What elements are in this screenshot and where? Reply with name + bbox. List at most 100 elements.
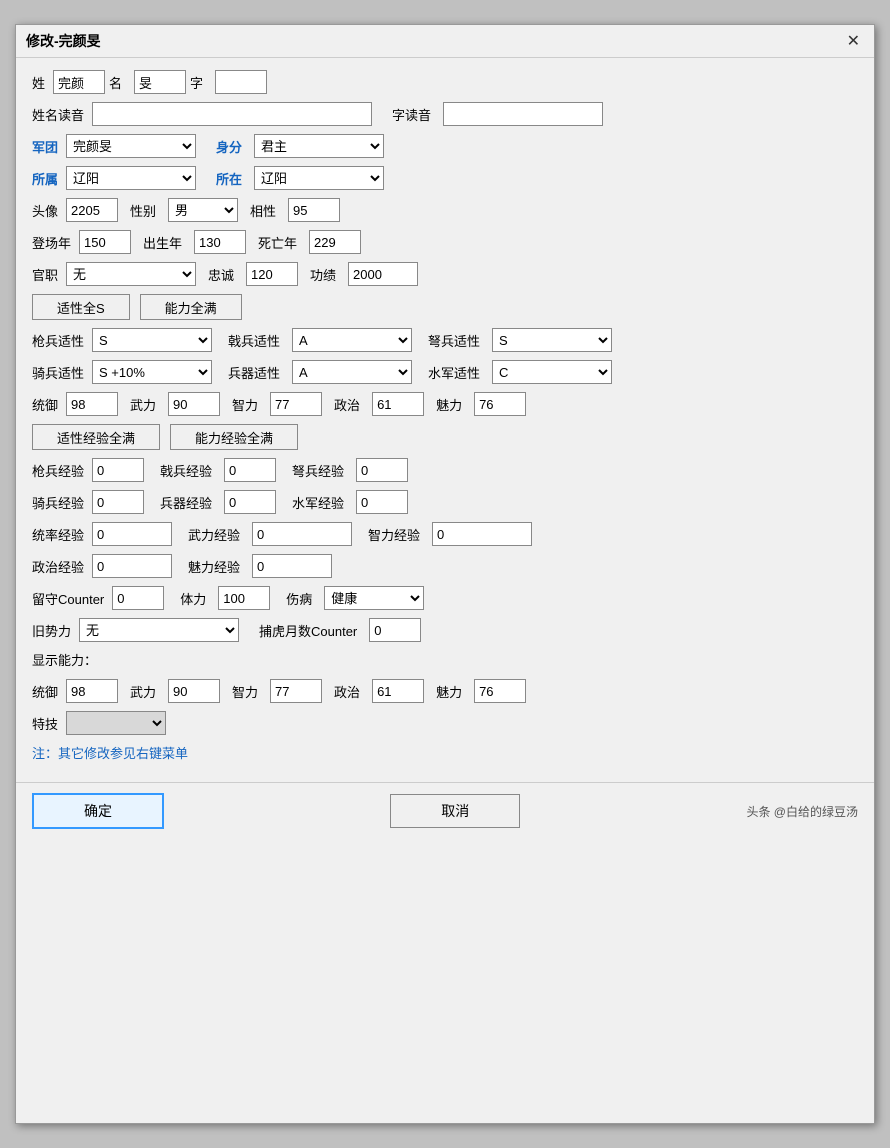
- input-garrison-counter[interactable]: [112, 586, 164, 610]
- select-crossbow-apt[interactable]: SABCDE: [492, 328, 612, 352]
- row-exp-buttons: 适性经验全满 能力经验全满: [32, 424, 858, 450]
- label-identity: 身分: [216, 137, 242, 156]
- label-spear-exp: 枪兵经验: [32, 461, 84, 480]
- input-hunt-counter[interactable]: [369, 618, 421, 642]
- label-affiliation: 所属: [32, 169, 58, 188]
- select-spear-apt[interactable]: SABCDE: [92, 328, 212, 352]
- input-display-politics[interactable]: [372, 679, 424, 703]
- label-cavalry-exp: 骑兵经验: [32, 493, 84, 512]
- label-weapon-apt: 兵器适性: [228, 363, 280, 382]
- input-death-year[interactable]: [309, 230, 361, 254]
- label-weapon-exp: 兵器经验: [160, 493, 212, 512]
- select-cavalry-apt[interactable]: S +10%SABCDE: [92, 360, 212, 384]
- row-exp3: 统率经验 武力经验 智力经验: [32, 522, 858, 546]
- label-surname: 姓: [32, 73, 45, 92]
- label-crossbow-exp: 弩兵经验: [292, 461, 344, 480]
- row-legion: 军团 完颜旻 身分 君主: [32, 134, 858, 158]
- label-command-exp: 统率经验: [32, 525, 84, 544]
- select-office[interactable]: 无: [66, 262, 196, 286]
- input-charm-exp[interactable]: [252, 554, 332, 578]
- input-politics[interactable]: [372, 392, 424, 416]
- label-special-skill: 特技: [32, 714, 58, 733]
- cancel-button[interactable]: 取消: [390, 794, 520, 828]
- label-loyalty: 忠诚: [208, 265, 234, 284]
- label-pronunciation: 姓名读音: [32, 105, 84, 124]
- select-weapon-apt[interactable]: ASBCDE: [292, 360, 412, 384]
- input-stamina[interactable]: [218, 586, 270, 610]
- input-display-command[interactable]: [66, 679, 118, 703]
- input-crossbow-exp[interactable]: [356, 458, 408, 482]
- label-gender: 性别: [130, 201, 156, 220]
- input-halberd-exp[interactable]: [224, 458, 276, 482]
- input-force-exp[interactable]: [252, 522, 352, 546]
- input-intelligence[interactable]: [270, 392, 322, 416]
- select-affiliation[interactable]: 辽阳: [66, 166, 196, 190]
- dialog-title: 修改-完颜旻: [26, 31, 101, 51]
- input-cavalry-exp[interactable]: [92, 490, 144, 514]
- label-halberd-exp: 戟兵经验: [160, 461, 212, 480]
- input-intelligence-exp[interactable]: [432, 522, 532, 546]
- label-halberd-apt: 戟兵适性: [228, 331, 280, 350]
- label-cavalry-apt: 骑兵适性: [32, 363, 84, 382]
- select-location[interactable]: 辽阳: [254, 166, 384, 190]
- input-zi[interactable]: [215, 70, 267, 94]
- row-affiliation: 所属 辽阳 所在 辽阳: [32, 166, 858, 190]
- row-surname-name: 姓 名 字: [32, 70, 858, 94]
- input-politics-exp[interactable]: [92, 554, 172, 578]
- input-surname[interactable]: [53, 70, 105, 94]
- label-garrison-counter: 留守Counter: [32, 589, 104, 608]
- select-legion[interactable]: 完颜旻: [66, 134, 196, 158]
- label-display-charm: 魅力: [436, 682, 462, 701]
- select-halberd-apt[interactable]: ASBCDE: [292, 328, 412, 352]
- input-merit[interactable]: [348, 262, 418, 286]
- watermark: 头条 @白给的绿豆汤: [746, 803, 858, 820]
- row-exp1: 枪兵经验 戟兵经验 弩兵经验: [32, 458, 858, 482]
- btn-all-s[interactable]: 适性全S: [32, 294, 130, 320]
- btn-ability-full[interactable]: 能力经验全满: [170, 424, 298, 450]
- label-spear-apt: 枪兵适性: [32, 331, 84, 350]
- input-display-force[interactable]: [168, 679, 220, 703]
- input-compatibility[interactable]: [288, 198, 340, 222]
- select-special-skill[interactable]: [66, 711, 166, 735]
- select-old-power[interactable]: 无: [79, 618, 239, 642]
- input-display-charm[interactable]: [474, 679, 526, 703]
- label-compatibility: 相性: [250, 201, 276, 220]
- input-birth-year[interactable]: [194, 230, 246, 254]
- input-charm[interactable]: [474, 392, 526, 416]
- label-portrait: 头像: [32, 201, 58, 220]
- btn-all-max[interactable]: 能力全满: [140, 294, 242, 320]
- input-display-intelligence[interactable]: [270, 679, 322, 703]
- row-old-power: 旧势力 无 捕虎月数Counter: [32, 618, 858, 642]
- btn-apt-full[interactable]: 适性经验全满: [32, 424, 160, 450]
- input-portrait[interactable]: [66, 198, 118, 222]
- input-navy-exp[interactable]: [356, 490, 408, 514]
- row-special-skill: 特技: [32, 711, 858, 735]
- input-char-pronunciation[interactable]: [443, 102, 603, 126]
- label-force-exp: 武力经验: [188, 525, 240, 544]
- label-zi: 字: [190, 73, 203, 92]
- input-loyalty[interactable]: [246, 262, 298, 286]
- input-appearance-year[interactable]: [79, 230, 131, 254]
- select-gender[interactable]: 男 女: [168, 198, 238, 222]
- close-button[interactable]: ✕: [843, 31, 864, 51]
- input-spear-exp[interactable]: [92, 458, 144, 482]
- label-charm-exp: 魅力经验: [188, 557, 240, 576]
- confirm-button[interactable]: 确定: [32, 793, 164, 829]
- label-intelligence: 智力: [232, 395, 258, 414]
- select-injury[interactable]: 健康轻伤重伤: [324, 586, 424, 610]
- select-navy-apt[interactable]: CSABDE: [492, 360, 612, 384]
- row-display-stats: 统御 武力 智力 政治 魅力: [32, 679, 858, 703]
- label-location: 所在: [216, 169, 242, 188]
- row-apt2: 骑兵适性 S +10%SABCDE 兵器适性 ASBCDE 水军适性 CSABD…: [32, 360, 858, 384]
- input-command-exp[interactable]: [92, 522, 172, 546]
- row-exp2: 骑兵经验 兵器经验 水军经验: [32, 490, 858, 514]
- input-pronunciation[interactable]: [92, 102, 372, 126]
- label-appearance-year: 登场年: [32, 233, 71, 252]
- label-birth-year: 出生年: [143, 233, 182, 252]
- select-identity[interactable]: 君主: [254, 134, 384, 158]
- input-name[interactable]: [134, 70, 186, 94]
- input-command[interactable]: [66, 392, 118, 416]
- input-weapon-exp[interactable]: [224, 490, 276, 514]
- input-force[interactable]: [168, 392, 220, 416]
- label-death-year: 死亡年: [258, 233, 297, 252]
